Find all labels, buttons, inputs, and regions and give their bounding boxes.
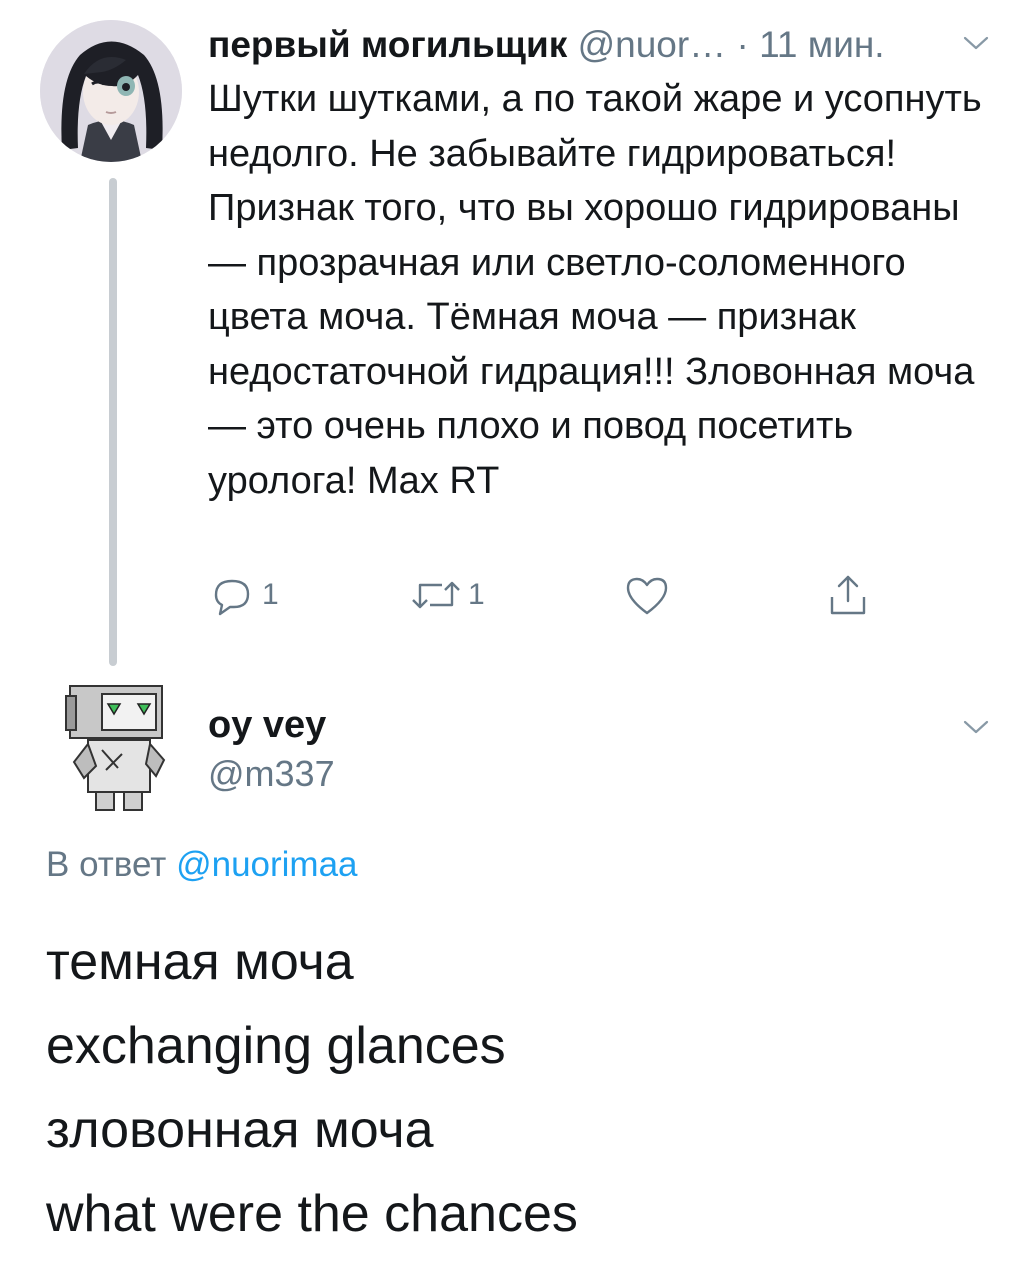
avatar-m337[interactable]	[62, 682, 170, 814]
avatar-nuor[interactable]	[40, 20, 182, 162]
reply-tweet-text: темная моча exchanging glances зловонная…	[46, 920, 1006, 1256]
tweet-header: первый могильщик @nuor… · 11 мин.	[208, 20, 968, 70]
reply-text-line: зловонная моча	[46, 1101, 434, 1159]
anime-girl-avatar-image	[40, 20, 182, 162]
reply-icon	[214, 579, 250, 616]
author-name[interactable]: первый могильщик	[208, 24, 567, 65]
retweet-icon	[412, 581, 460, 609]
tweet-actions: 1 1	[208, 570, 888, 620]
reply-text-line: what were the chances	[46, 1185, 578, 1243]
retweet-count: 1	[468, 578, 485, 611]
like-icon	[626, 577, 668, 615]
chevron-down-icon[interactable]	[962, 34, 990, 52]
reply-author-handle[interactable]: @m337	[208, 752, 335, 796]
retweet-button[interactable]: 1	[408, 570, 485, 620]
reply-text-line: exchanging glances	[46, 1017, 506, 1075]
thread-connector-line	[109, 178, 117, 666]
author-handle[interactable]: @nuor…	[578, 24, 727, 65]
like-button[interactable]	[622, 570, 672, 620]
tweet-timestamp[interactable]: 11 мин.	[759, 24, 885, 65]
reply-text-line: темная моча	[46, 933, 354, 991]
replying-to-prefix: В ответ	[46, 845, 167, 884]
chevron-down-icon[interactable]	[962, 718, 990, 736]
robot-avatar-image	[65, 685, 166, 811]
replying-to-mention[interactable]: @nuorimaa	[176, 845, 357, 884]
share-icon	[830, 575, 866, 615]
header-separator: ·	[736, 24, 749, 65]
replying-to-label: В ответ @nuorimaa	[46, 842, 358, 888]
tweet-text: Шутки шутками, а по такой жаре и усопнут…	[208, 78, 982, 502]
share-button[interactable]	[826, 570, 870, 620]
reply-button[interactable]: 1	[208, 570, 279, 620]
reply-author-name[interactable]: oy vey	[208, 702, 326, 748]
reply-count: 1	[262, 578, 279, 611]
